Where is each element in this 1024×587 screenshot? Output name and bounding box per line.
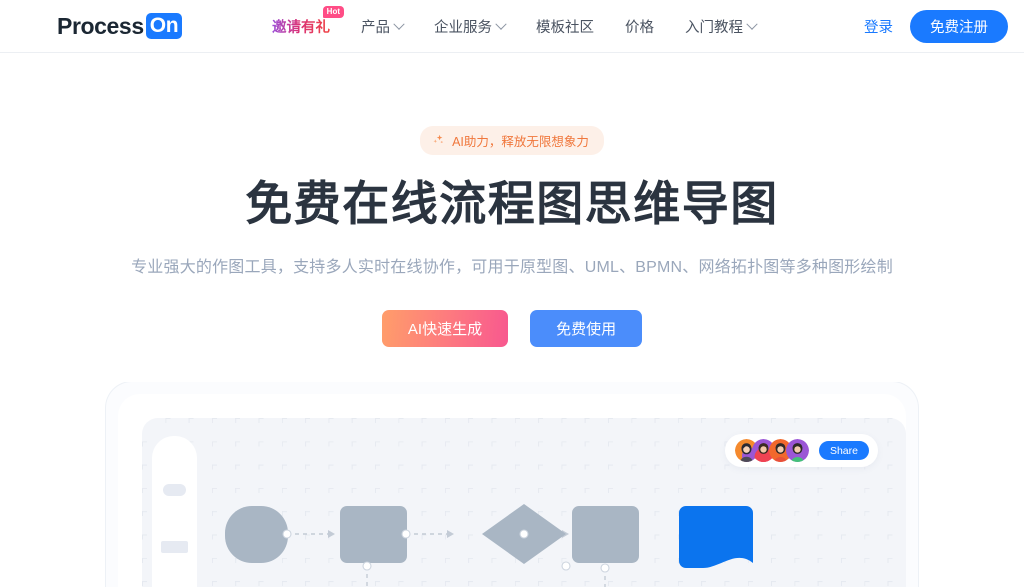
nav-label-enterprise: 企业服务 xyxy=(434,20,492,36)
arrow-head xyxy=(447,530,454,538)
shape-document xyxy=(679,506,753,568)
chevron-down-icon xyxy=(746,18,758,30)
nav-item-enterprise[interactable]: 企业服务 xyxy=(434,16,507,37)
editor-mockup: Share xyxy=(0,382,1024,587)
diagram-canvas[interactable]: Share xyxy=(142,418,906,587)
chevron-down-icon xyxy=(393,18,405,30)
shape-process-2 xyxy=(572,506,639,563)
anchor-dot xyxy=(282,529,292,539)
header-actions: 登录 免费注册 xyxy=(864,0,1008,53)
ai-promo-badge[interactable]: AI助力，释放无限想象力 xyxy=(420,126,604,155)
anchor-dot xyxy=(519,529,529,539)
processon-logo[interactable]: Process On xyxy=(57,13,183,39)
nav-label-invite: 邀请有礼 xyxy=(272,20,330,36)
ai-promo-text: AI助力，释放无限想象力 xyxy=(452,135,589,149)
nav-label-templates: 模板社区 xyxy=(536,20,594,36)
flowchart-shapes xyxy=(142,418,906,587)
anchor-dot xyxy=(561,561,571,571)
hero-subtitle: 专业强大的作图工具，支持多人实时在线协作，可用于原型图、UML、BPMN、网络拓… xyxy=(131,258,893,276)
anchor-dot xyxy=(401,529,411,539)
hero-section: AI助力，释放无限想象力 免费在线流程图思维导图 专业强大的作图工具，支持多人实… xyxy=(0,53,1024,347)
login-link[interactable]: 登录 xyxy=(864,16,893,37)
logo-badge: On xyxy=(145,13,183,39)
chevron-down-icon xyxy=(495,18,507,30)
page-title: 免费在线流程图思维导图 xyxy=(245,177,779,230)
nav-item-tutorial[interactable]: 入门教程 xyxy=(685,16,758,37)
main-nav: 邀请有礼 Hot 产品 企业服务 模板社区 价格 入门教程 xyxy=(272,0,758,53)
cta-row: AI快速生成 免费使用 xyxy=(0,309,1024,347)
shape-process xyxy=(340,506,407,563)
arrow-head xyxy=(328,530,335,538)
site-header: Process On 邀请有礼 Hot 产品 企业服务 模板社区 价格 入门教程… xyxy=(0,0,1024,53)
anchor-dot xyxy=(600,563,610,573)
hot-badge: Hot xyxy=(322,6,344,18)
mockup-frame-outer: Share xyxy=(106,382,918,587)
mockup-frame-inner: Share xyxy=(118,394,906,587)
ai-generate-button[interactable]: AI快速生成 xyxy=(381,309,509,347)
landing-page: Process On 邀请有礼 Hot 产品 企业服务 模板社区 价格 入门教程… xyxy=(0,0,1024,587)
shape-terminator xyxy=(225,506,288,563)
nav-item-product[interactable]: 产品 xyxy=(361,16,405,37)
logo-text: Process xyxy=(57,13,144,39)
anchor-dot xyxy=(362,561,372,571)
nav-label-pricing: 价格 xyxy=(625,20,654,36)
free-use-button[interactable]: 免费使用 xyxy=(530,309,643,347)
nav-label-product: 产品 xyxy=(361,20,390,36)
nav-item-invite[interactable]: 邀请有礼 Hot xyxy=(272,6,344,37)
nav-item-pricing[interactable]: 价格 xyxy=(625,16,654,37)
nav-item-templates[interactable]: 模板社区 xyxy=(536,16,594,37)
sparkle-icon xyxy=(432,134,445,147)
nav-label-tutorial: 入门教程 xyxy=(685,20,743,36)
register-button[interactable]: 免费注册 xyxy=(910,10,1008,43)
